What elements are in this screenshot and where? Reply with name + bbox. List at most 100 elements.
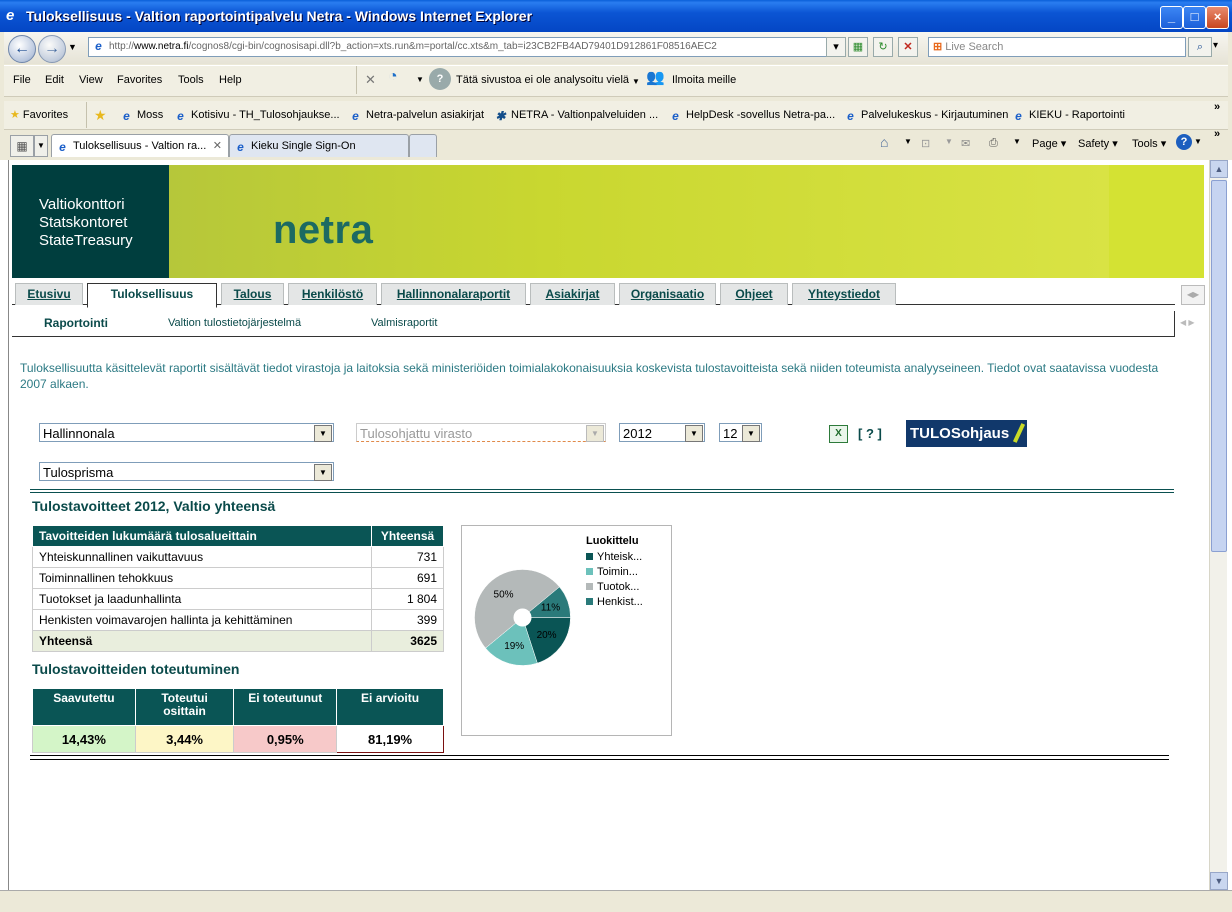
chevron-down-icon: ▼ <box>742 425 760 442</box>
fav-item-netra-asiakirjat[interactable]: e Netra-palvelun asiakirjat <box>349 109 484 123</box>
menu-favorites[interactable]: Favorites <box>117 74 162 86</box>
subnav-raportointi[interactable]: Raportointi <box>44 316 108 330</box>
search-go-icon[interactable]: ⌕ <box>1188 37 1212 57</box>
compatibility-icon[interactable]: ▦ <box>848 37 868 57</box>
browser-tab-tuloksellisuus[interactable]: e Tuloksellisuus - Valtion ra... ✕ <box>51 134 229 157</box>
subnav-edge <box>1174 311 1175 337</box>
intro-text: Tuloksellisuutta käsittelevät raportit s… <box>20 361 1159 391</box>
tab-ohjeet[interactable]: Ohjeet <box>720 283 788 305</box>
tab-scroll-icon[interactable]: ◀▶ <box>1181 285 1205 305</box>
tab-yhteystiedot[interactable]: Yhteystiedot <box>792 283 896 305</box>
command-overflow-icon[interactable]: » <box>1214 128 1220 140</box>
maximize-button[interactable]: □ <box>1183 6 1206 29</box>
hallinnonala-select[interactable]: Hallinnonala ▼ <box>39 423 334 442</box>
menu-help[interactable]: Help <box>219 74 242 86</box>
menu-file[interactable]: File <box>13 74 31 86</box>
page-icon: e <box>95 39 102 53</box>
help-link[interactable]: [ ? ] <box>858 426 882 441</box>
table-cell: 3625 <box>371 630 444 652</box>
forward-button[interactable]: → <box>38 35 66 63</box>
quick-tabs-icon[interactable]: ▦ <box>10 135 34 157</box>
favorites-button[interactable]: ★ Favorites <box>10 108 68 121</box>
search-options-icon[interactable]: ▾ <box>1213 40 1218 51</box>
menu-view[interactable]: View <box>79 74 103 86</box>
table-row: Toiminnallinen tehokkuus 691 <box>32 567 444 589</box>
table-row: Henkisten voimavarojen hallinta ja kehit… <box>32 609 444 631</box>
pie-center-hole <box>513 608 532 627</box>
print-dropdown-icon[interactable]: ▼ <box>1013 137 1021 146</box>
pen-icon <box>1012 423 1026 443</box>
analysis-text[interactable]: Tätä sivustoa ei ole analysoitu vielä <box>456 74 629 86</box>
org-line-1: Valtiokonttori <box>39 196 125 213</box>
excel-export-icon[interactable]: X <box>829 425 848 443</box>
address-dropdown-icon[interactable]: ▾ <box>826 37 846 57</box>
feeds-dropdown-icon[interactable]: ▼ <box>945 137 953 146</box>
tab-henkilosto[interactable]: Henkilöstö <box>288 283 377 305</box>
tab-etusivu[interactable]: Etusivu <box>15 283 83 305</box>
back-button[interactable]: ← <box>8 35 36 63</box>
mail-icon[interactable]: ✉ <box>961 137 970 150</box>
fav-item-kotisivu[interactable]: e Kotisivu - TH_Tulosohjaukse... <box>174 109 339 123</box>
month-select[interactable]: 12 ▼ <box>719 423 762 442</box>
favorites-overflow-icon[interactable]: » <box>1214 101 1220 113</box>
fav-item-helpdesk[interactable]: e HelpDesk -sovellus Netra-pa... <box>669 109 835 123</box>
tab-organisaatio[interactable]: Organisaatio <box>619 283 716 305</box>
tab-hallinnonalaraportit[interactable]: Hallinnonalaraportit <box>381 283 526 305</box>
analysis-help-icon[interactable]: ? <box>429 68 451 90</box>
legend-label: Henkist... <box>597 596 643 608</box>
favorites-label: Favorites <box>22 109 69 121</box>
refresh-icon[interactable]: ↻ <box>873 37 893 57</box>
subnav-valtion-tulostietojarjestelma[interactable]: Valtion tulostietojärjestelmä <box>168 317 301 329</box>
goals-count-table: Tavoitteiden lukumäärä tulosalueittain Y… <box>32 525 444 652</box>
report-link[interactable]: Ilmoita meille <box>672 74 736 86</box>
tab-tuloksellisuus[interactable]: Tuloksellisuus <box>87 283 217 308</box>
table-header: Yhteensä <box>371 525 444 547</box>
help-icon[interactable]: ? <box>1176 134 1192 150</box>
stop-icon[interactable]: ✕ <box>898 37 918 57</box>
page-menu[interactable]: Page ▾ <box>1032 137 1066 150</box>
wifi-icon[interactable]: ◔ <box>388 68 412 90</box>
minimize-button[interactable]: _ <box>1160 6 1183 29</box>
fav-item-kieku[interactable]: e KIEKU - Raportointi <box>1012 109 1125 123</box>
print-icon[interactable]: ⎙ <box>989 137 998 150</box>
tab-asiakirjat[interactable]: Asiakirjat <box>530 283 615 305</box>
fav-item-palvelukeskus[interactable]: e Palvelukeskus - Kirjautuminen <box>844 109 1008 123</box>
tab-close-icon[interactable]: ✕ <box>213 135 222 157</box>
help-dropdown-icon[interactable]: ▼ <box>1194 137 1202 146</box>
view-select[interactable]: Tulosprisma ▼ <box>39 462 334 481</box>
valtiokonttori-logo: Valtiokonttori Statskontoret StateTreasu… <box>12 165 169 278</box>
tools-menu[interactable]: Tools ▾ <box>1132 137 1166 150</box>
analysis-dropdown-icon[interactable]: ▼ <box>632 77 640 86</box>
tab-list-icon[interactable]: ▼ <box>34 135 48 157</box>
year-select[interactable]: 2012 ▼ <box>619 423 705 442</box>
browser-tab-kieku[interactable]: e Kieku Single Sign-On <box>229 134 409 157</box>
search-input[interactable]: ⊞ Live Search <box>928 37 1186 57</box>
subnav-valmisraportit[interactable]: Valmisraportit <box>371 317 437 329</box>
scroll-up-icon[interactable]: ▲ <box>1210 160 1228 178</box>
tulosohjaus-logo[interactable]: TULOSohjaus <box>906 420 1027 447</box>
address-bar[interactable]: e http://www.netra.fi/cognos8/cgi-bin/co… <box>88 37 844 57</box>
ie-page-icon: e <box>352 109 359 123</box>
scrollbar-thumb[interactable] <box>1211 180 1227 552</box>
legend-swatch <box>586 583 593 590</box>
scroll-down-icon[interactable]: ▼ <box>1210 872 1228 890</box>
tab-talous[interactable]: Talous <box>221 283 284 305</box>
wifi-dropdown-icon[interactable]: ▼ <box>416 75 424 84</box>
feeds-icon[interactable]: ⊡ <box>921 137 930 150</box>
menu-edit[interactable]: Edit <box>45 74 64 86</box>
virasto-select[interactable]: Tulosohjattu virasto ▼ <box>356 423 606 442</box>
safety-menu[interactable]: Safety ▾ <box>1078 137 1118 150</box>
fav-item-netra[interactable]: ✱ NETRA - Valtionpalveluiden ... <box>494 109 658 123</box>
home-icon[interactable]: ⌂ <box>880 134 888 150</box>
toolbar-close-icon[interactable]: ✕ <box>365 72 376 88</box>
subnav-scroll-icon[interactable]: ◀ ▶ <box>1180 318 1195 327</box>
home-dropdown-icon[interactable]: ▼ <box>904 137 912 146</box>
vertical-scrollbar[interactable]: ▲ ▼ <box>1209 160 1228 890</box>
new-tab-button[interactable] <box>409 134 437 157</box>
menu-tools[interactable]: Tools <box>178 74 204 86</box>
close-button[interactable]: × <box>1206 6 1229 29</box>
add-favorite-icon[interactable]: ★ <box>94 107 107 124</box>
table-cell: 0,95% <box>233 725 338 753</box>
fav-item-moss[interactable]: e Moss <box>120 109 163 123</box>
history-dropdown-icon[interactable]: ▼ <box>68 42 77 52</box>
